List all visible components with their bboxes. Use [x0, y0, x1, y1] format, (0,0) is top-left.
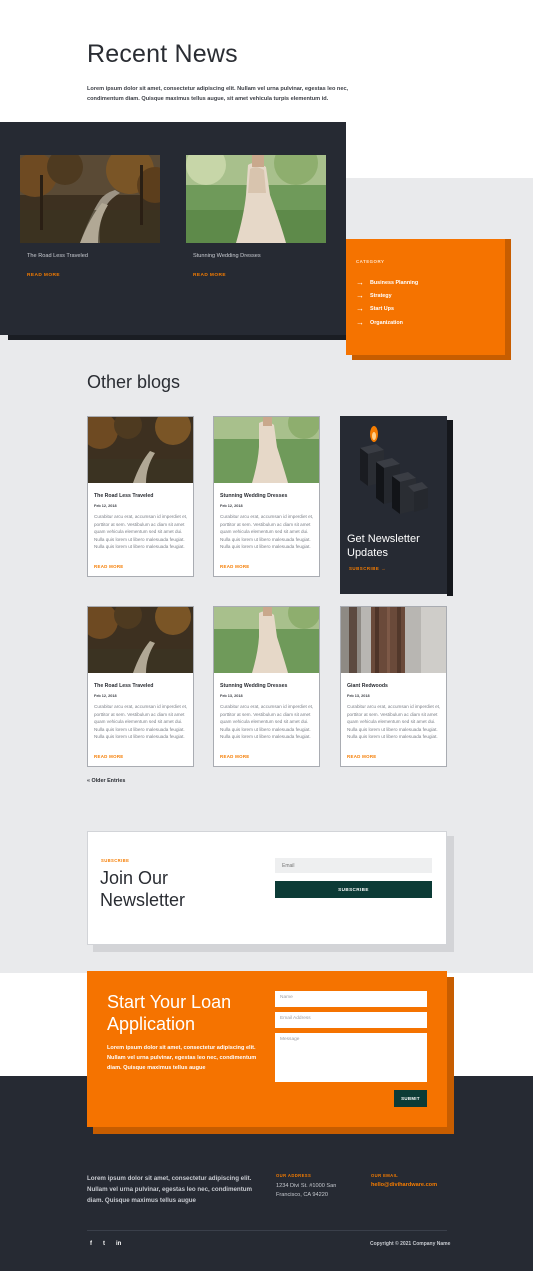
linkedin-icon[interactable]: in [116, 1241, 121, 1247]
newsletter-subscribe-link[interactable]: SUBSCRIBE → [349, 566, 386, 571]
blog-card-image-wedding[interactable] [214, 607, 319, 673]
loan-title: Start Your Loan Application [107, 992, 232, 1034]
blog-card-date: Feb 12, 2018 [94, 694, 117, 698]
loan-submit-button[interactable]: SUBMIT [394, 1090, 427, 1107]
blog-card-title[interactable]: The Road Less Traveled [94, 683, 153, 689]
featured-image-road[interactable] [20, 155, 160, 243]
newsletter-card-title: Get Newsletter Updates [347, 533, 420, 559]
blog-card-date: Feb 13, 2018 [347, 694, 370, 698]
intro-text: Lorem ipsum dolor sit amet, consectetur … [87, 86, 349, 102]
blog-card-title[interactable]: Stunning Wedding Dresses [220, 493, 287, 499]
blog-card-read-more[interactable]: READ MORE [220, 754, 250, 759]
featured-image-wedding[interactable] [186, 155, 326, 243]
blog-card-read-more[interactable]: READ MORE [94, 564, 124, 569]
blog-card-excerpt: Curabitur arcu erat, accumsan id imperdi… [94, 704, 188, 740]
older-entries-link[interactable]: « Older Entries [87, 778, 125, 784]
arrow-right-icon: → [356, 278, 364, 287]
footer-address-line2: Francisco, CA 94220 [276, 1192, 328, 1198]
blog-card-read-more[interactable]: READ MORE [347, 754, 377, 759]
blog-card[interactable]: The Road Less Traveled Feb 12, 2018 Cura… [87, 416, 194, 577]
blog-card-title[interactable]: Stunning Wedding Dresses [220, 683, 287, 689]
blog-card-image-wedding[interactable] [214, 417, 319, 483]
blog-card-title[interactable]: The Road Less Traveled [94, 493, 153, 499]
join-card-shadow-side [447, 836, 454, 952]
loan-text: Lorem ipsum dolor sit amet, consectetur … [107, 1045, 257, 1071]
featured-read-more-link[interactable]: READ MORE [193, 273, 226, 278]
blog-card-excerpt: Curabitur arcu erat, accumsan id imperdi… [347, 704, 441, 740]
featured-read-more-link[interactable]: READ MORE [27, 273, 60, 278]
newsletter-card-shadow [447, 420, 453, 596]
featured-title[interactable]: Stunning Wedding Dresses [193, 253, 261, 259]
facebook-icon[interactable]: f [90, 1241, 92, 1247]
blog-card[interactable]: The Road Less Traveled Feb 12, 2018 Cura… [87, 606, 194, 767]
join-title: Join Our Newsletter [100, 868, 186, 910]
blog-card-date: Feb 13, 2018 [220, 694, 243, 698]
join-card-shadow-bottom [93, 945, 454, 952]
loan-message-textarea[interactable]: Message [275, 1033, 427, 1082]
twitter-icon[interactable]: t [103, 1241, 105, 1247]
blog-card-image-redwoods[interactable] [341, 607, 446, 673]
footer-email-link[interactable]: hello@divihardware.com [371, 1182, 437, 1188]
footer-divider [87, 1230, 447, 1231]
blog-card[interactable]: Giant Redwoods Feb 13, 2018 Curabitur ar… [340, 606, 447, 767]
arrow-right-icon: → [356, 291, 364, 300]
copyright-text: Copyright © 2021 Company Name [370, 1241, 451, 1247]
footer-address-label: OUR ADDRESS [276, 1173, 312, 1178]
blog-card-excerpt: Curabitur arcu erat, accumsan id imperdi… [94, 514, 188, 550]
arrow-right-icon: → [356, 318, 364, 327]
category-box-shadow-side [505, 239, 511, 355]
blog-card-image-road[interactable] [88, 607, 193, 673]
blog-card-read-more[interactable]: READ MORE [220, 564, 250, 569]
blog-card-excerpt: Curabitur arcu erat, accumsan id imperdi… [220, 704, 314, 740]
featured-title[interactable]: The Road Less Traveled [27, 253, 88, 259]
loan-card-shadow-side [447, 977, 454, 1134]
blog-card-excerpt: Curabitur arcu erat, accumsan id imperdi… [220, 514, 314, 550]
blog-card-read-more[interactable]: READ MORE [94, 754, 124, 759]
category-item-business-planning[interactable]: → Business Planning [356, 278, 418, 287]
dark-band-shadow [8, 335, 346, 340]
category-item-start-ups[interactable]: → Start Ups [356, 304, 394, 313]
newsletter-email-input[interactable] [275, 858, 432, 873]
subscribe-button[interactable]: SUBSCRIBE [275, 881, 432, 898]
blog-card[interactable]: Stunning Wedding Dresses Feb 12, 2018 Cu… [213, 416, 320, 577]
cubes-candle-illustration [360, 426, 428, 514]
category-box-shadow-bottom [352, 355, 511, 360]
footer-email-label: OUR EMAIL [371, 1173, 399, 1178]
arrow-right-icon: → [356, 304, 364, 313]
join-kicker: SUBSCRIBE [101, 858, 130, 863]
blog-card-image-road[interactable] [88, 417, 193, 483]
footer-about-text: Lorem ipsum dolor sit amet, consectetur … [87, 1175, 253, 1204]
blog-card[interactable]: Stunning Wedding Dresses Feb 13, 2018 Cu… [213, 606, 320, 767]
footer-address-line1: 1234 Divi St. #1000 San [276, 1183, 337, 1189]
page-title: Recent News [87, 40, 238, 68]
blog-card-title[interactable]: Giant Redwoods [347, 683, 388, 689]
blog-card-date: Feb 12, 2018 [220, 504, 243, 508]
blog-card-date: Feb 12, 2018 [94, 504, 117, 508]
loan-email-input[interactable]: Email Address [275, 1012, 427, 1028]
loan-name-input[interactable]: Name [275, 991, 427, 1007]
other-blogs-title: Other blogs [87, 372, 181, 392]
category-label: CATEGORY [356, 259, 385, 264]
loan-card-shadow-bottom [93, 1127, 454, 1134]
category-item-strategy[interactable]: → Strategy [356, 291, 392, 300]
category-item-organization[interactable]: → Organization [356, 318, 403, 327]
